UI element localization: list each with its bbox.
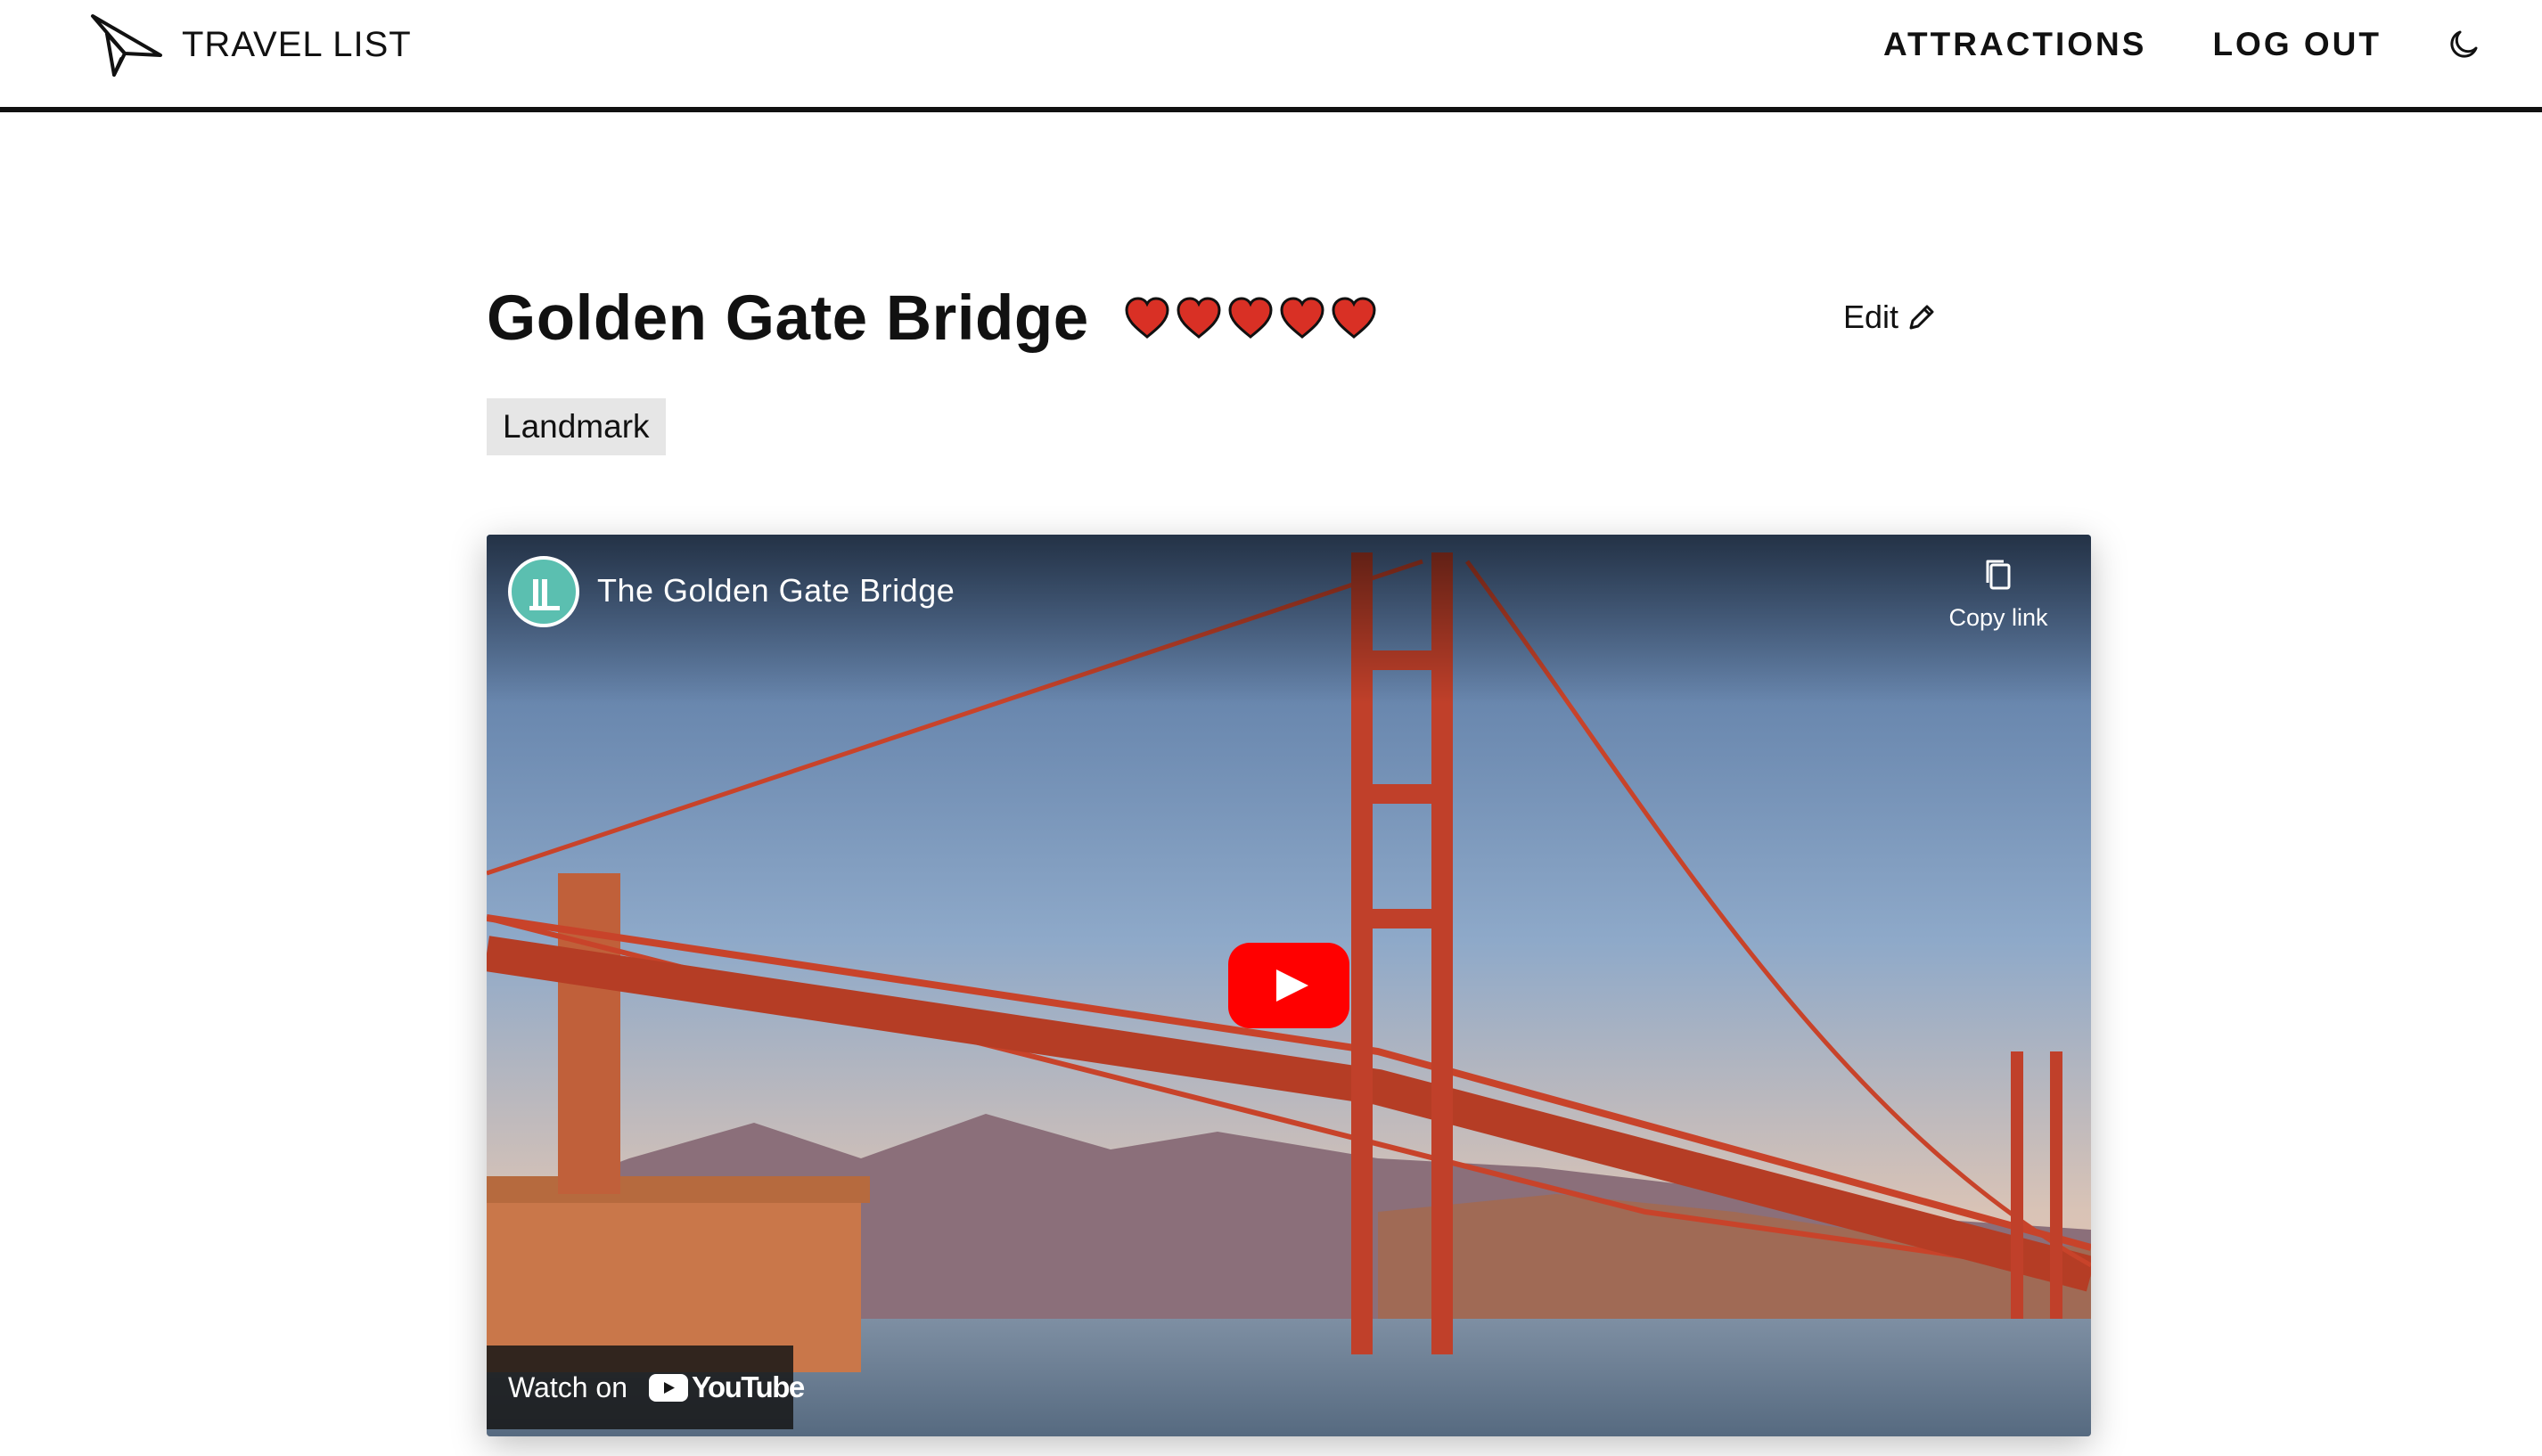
- video-title[interactable]: The Golden Gate Bridge: [597, 572, 955, 609]
- title-row: Golden Gate Bridge: [487, 278, 1382, 358]
- edit-label: Edit: [1843, 299, 1899, 335]
- heart-icon: [1330, 296, 1378, 340]
- copy-link-button[interactable]: Copy link: [1945, 556, 2052, 632]
- copy-icon: [1979, 556, 2018, 595]
- youtube-play-button[interactable]: [1228, 943, 1349, 1028]
- watch-on-youtube-button[interactable]: Watch on YouTube: [487, 1346, 805, 1429]
- heart-icon: [1175, 296, 1223, 340]
- nav-logout-link[interactable]: LOG OUT: [2212, 26, 2382, 63]
- heart-icon: [1123, 296, 1171, 340]
- brand-name: TRAVEL LIST: [182, 24, 412, 64]
- pencil-icon: [1906, 301, 1938, 333]
- nav-attractions-link[interactable]: ATTRACTIONS: [1883, 26, 2146, 63]
- channel-avatar[interactable]: [508, 556, 579, 627]
- moon-icon[interactable]: [2448, 29, 2480, 61]
- main-nav: ATTRACTIONS LOG OUT: [1883, 11, 2480, 78]
- heart-icon: [1278, 296, 1326, 340]
- youtube-logo-text: YouTube: [691, 1370, 805, 1403]
- watch-on-label: Watch on: [508, 1370, 627, 1403]
- heart-rating: [1123, 296, 1382, 340]
- category-tag: Landmark: [487, 398, 666, 455]
- site-header: TRAVEL LIST ATTRACTIONS LOG OUT: [0, 0, 2542, 112]
- edit-button[interactable]: Edit: [1843, 294, 1938, 340]
- heart-icon: [1226, 296, 1275, 340]
- paper-plane-icon: [89, 11, 164, 78]
- youtube-embed[interactable]: The Golden Gate Bridge Copy link Watch o…: [487, 535, 2091, 1436]
- video-top-bar: [487, 535, 2091, 704]
- youtube-logo: YouTube: [648, 1370, 805, 1404]
- brand-link[interactable]: TRAVEL LIST: [89, 11, 412, 78]
- copy-link-label: Copy link: [1948, 604, 2048, 631]
- youtube-logo-icon: [648, 1373, 688, 1402]
- page-title: Golden Gate Bridge: [487, 282, 1089, 354]
